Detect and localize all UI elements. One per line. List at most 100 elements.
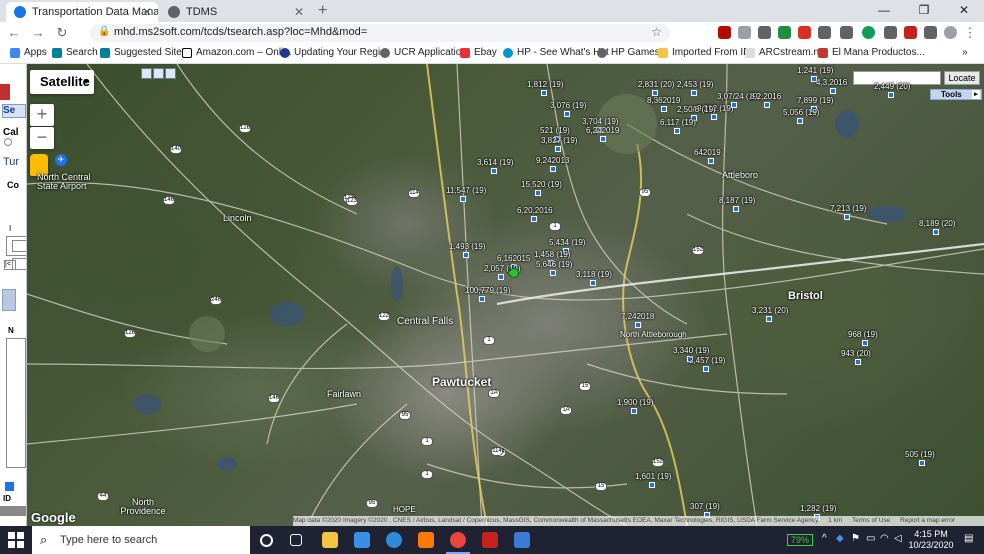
bookmark-el-mana[interactable]: El Mana Productos... xyxy=(818,47,925,58)
close-window-icon[interactable]: ✕ xyxy=(944,0,984,22)
page-icon xyxy=(745,48,755,58)
tray-chevron-icon[interactable]: ^ xyxy=(822,533,827,544)
map-attribution: Map data ©2020 Imagery ©2020 , CNES / Ai… xyxy=(293,517,819,524)
bookmark-suggested-sites[interactable]: Suggested Sites xyxy=(100,47,187,58)
folder-icon xyxy=(658,48,668,58)
town-label: Fairlawn xyxy=(327,389,362,399)
zoom-in-button[interactable]: + xyxy=(30,104,54,126)
file-explorer-icon[interactable] xyxy=(322,532,338,548)
reload-icon[interactable]: ↻ xyxy=(54,25,70,41)
satellite-map[interactable]: Satellite ▼ + − ✈ Locate Tools ▸ Lincoln … xyxy=(27,64,984,526)
shield-ext-icon[interactable] xyxy=(798,26,811,39)
zoom-out-button[interactable]: − xyxy=(30,127,54,149)
bookmark-arcstream[interactable]: ARCstream.net xyxy=(745,47,827,58)
windows-start-icon[interactable] xyxy=(8,532,24,548)
new-tab-icon[interactable]: + xyxy=(318,2,327,20)
adobe-icon[interactable] xyxy=(718,26,731,39)
wifi-icon[interactable]: ◠ xyxy=(880,533,889,544)
globe-icon xyxy=(597,48,607,58)
menu-icon[interactable]: ⋮ xyxy=(962,25,978,41)
bookmark-search[interactable]: Search xyxy=(52,47,98,58)
checkbox[interactable] xyxy=(5,482,14,491)
town-label: Bristol xyxy=(788,290,823,302)
route-shield: 152 xyxy=(652,458,664,467)
select-tool-icon[interactable] xyxy=(141,68,152,79)
terms-link[interactable]: Terms of Use xyxy=(852,517,890,524)
photos-icon[interactable] xyxy=(514,532,530,548)
bookmark-star-icon[interactable]: ☆ xyxy=(651,25,662,39)
tab-tdms[interactable]: TDMS ✕ xyxy=(160,2,310,22)
back-icon[interactable]: ← xyxy=(6,25,22,41)
lock-icon: 🔒 xyxy=(98,26,111,37)
chrome-icon[interactable] xyxy=(446,532,470,554)
station-marker-icon xyxy=(919,460,925,466)
acrobat-icon[interactable] xyxy=(482,532,498,548)
maximize-icon[interactable]: ❐ xyxy=(904,0,944,22)
route-shield: 122 xyxy=(378,312,390,321)
media-player-icon[interactable] xyxy=(418,532,434,548)
forward-icon[interactable]: → xyxy=(30,25,46,41)
notifications-icon[interactable]: ▤ xyxy=(964,533,973,544)
cloud-icon[interactable] xyxy=(738,26,751,39)
locate-button[interactable]: Locate xyxy=(944,71,980,85)
map-type-select[interactable]: Satellite ▼ xyxy=(30,70,94,94)
bookmark-imported-from-ie[interactable]: Imported From IE xyxy=(658,47,750,58)
extension-green-icon[interactable] xyxy=(778,26,791,39)
left-panel: Se Cal Tur Co I |< N ID xyxy=(0,64,27,526)
minimize-icon[interactable]: — xyxy=(864,0,904,22)
flag-icon[interactable]: ⚑ xyxy=(851,533,860,544)
extension-icon[interactable] xyxy=(840,26,853,39)
town-label: Central Falls xyxy=(397,316,454,327)
taskbar-search[interactable]: ⌕ Type here to search xyxy=(32,526,250,554)
station-marker-icon xyxy=(888,92,894,98)
globe-icon xyxy=(14,6,26,18)
results-list[interactable] xyxy=(6,338,26,468)
extension-icon[interactable] xyxy=(884,26,897,39)
puzzle-icon[interactable] xyxy=(924,26,937,39)
edge-icon[interactable] xyxy=(386,532,402,548)
draw-tool-icon[interactable] xyxy=(153,68,164,79)
tab-transportation-data-management[interactable]: Transportation Data Manageme ✕ xyxy=(6,2,158,22)
station-marker-icon xyxy=(708,158,714,164)
dropbox-icon[interactable]: ◆ xyxy=(836,533,844,544)
battery-indicator[interactable]: 79% xyxy=(787,534,813,546)
bookmark-apps[interactable]: Apps xyxy=(10,47,47,58)
route-shield: 1 xyxy=(421,470,433,479)
station-marker-icon xyxy=(933,229,939,235)
seal-icon xyxy=(280,48,290,58)
route-shield: 1 xyxy=(549,222,561,231)
cortana-icon[interactable] xyxy=(260,534,273,547)
turning-movement-link[interactable]: Tur xyxy=(3,156,19,168)
measure-tool-icon[interactable] xyxy=(165,68,176,79)
station-marker-icon xyxy=(733,206,739,212)
expand-icon[interactable]: ▸ xyxy=(972,90,980,99)
close-tab-icon[interactable]: ✕ xyxy=(294,2,304,22)
bookmark-updating-registration[interactable]: Updating Your Regi... xyxy=(280,47,389,58)
volume-icon[interactable]: ◁ xyxy=(894,533,902,544)
avatar[interactable] xyxy=(944,26,957,39)
bookmark-ucr-application[interactable]: UCR Application xyxy=(380,47,467,58)
tools-menu[interactable]: Tools ▸ xyxy=(930,89,982,100)
bookmark-amazon[interactable]: Amazon.com – Onli... xyxy=(182,47,292,58)
extension-red-icon[interactable] xyxy=(904,26,917,39)
pager-button[interactable]: |< xyxy=(4,260,16,270)
bookmarks-overflow-icon[interactable]: » xyxy=(962,47,968,58)
search-tab[interactable]: Se xyxy=(2,104,26,118)
filter-input[interactable] xyxy=(12,240,26,252)
task-view-icon[interactable] xyxy=(290,534,302,546)
extension-green-icon[interactable] xyxy=(862,26,875,39)
address-bar[interactable]: 🔒 mhd.ms2soft.com/tcds/tsearch.asp?loc=M… xyxy=(90,24,670,42)
bookmark-hp-games[interactable]: HP Games xyxy=(597,47,660,58)
close-tab-icon[interactable]: ✕ xyxy=(142,2,152,22)
globe-icon xyxy=(380,48,390,58)
extension-icon[interactable] xyxy=(818,26,831,39)
store-icon[interactable] xyxy=(354,532,370,548)
radio-option[interactable] xyxy=(4,138,12,146)
network-icon[interactable]: ▭ xyxy=(866,533,875,544)
panel-divider xyxy=(0,506,26,516)
bookmark-hp-whats-hot[interactable]: HP - See What's Hot xyxy=(503,47,609,58)
bookmark-ebay[interactable]: Ebay xyxy=(460,47,497,58)
system-clock[interactable]: 4:15 PM 10/23/2020 xyxy=(904,529,958,551)
download-icon[interactable] xyxy=(758,26,771,39)
report-error-link[interactable]: Report a map error xyxy=(900,517,955,524)
